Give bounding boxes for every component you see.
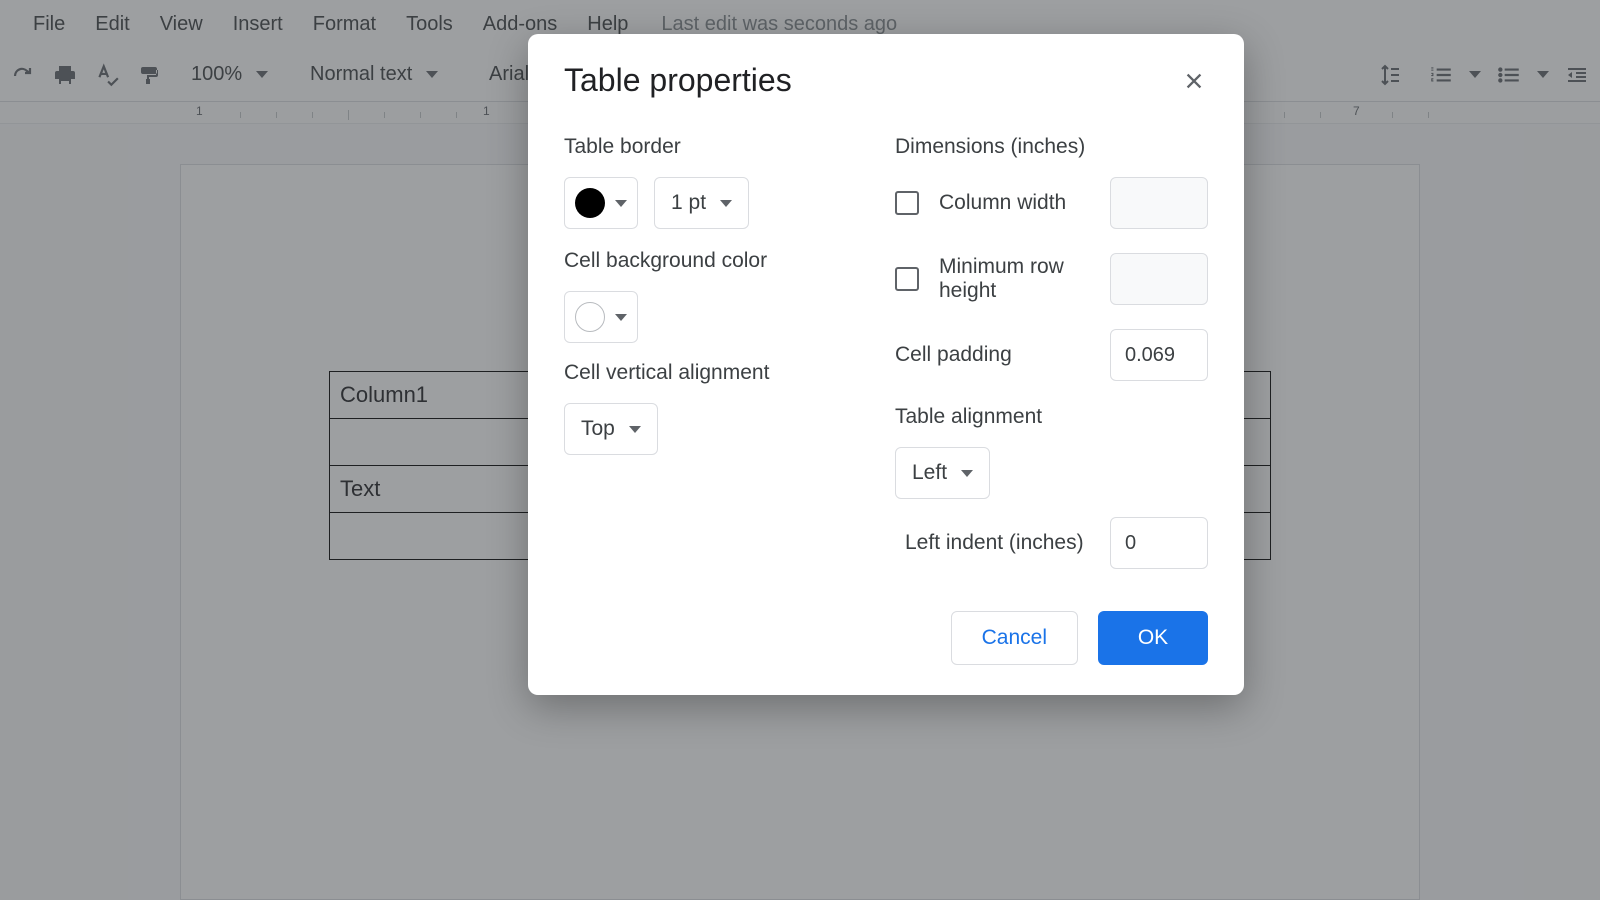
cell-bg-label: Cell background color (564, 249, 877, 273)
border-width-value: 1 pt (671, 191, 706, 215)
dialog-left-column: Table border 1 pt Cell background color (564, 135, 877, 569)
chevron-down-icon (961, 470, 973, 477)
cell-bg-dropdown[interactable] (564, 291, 638, 343)
cell-padding-input[interactable] (1110, 329, 1208, 381)
dialog-title: Table properties (564, 62, 792, 99)
left-indent-label: Left indent (inches) (895, 531, 1084, 555)
border-color-dropdown[interactable] (564, 177, 638, 229)
column-width-text: Column width (939, 191, 1066, 215)
cell-padding-label: Cell padding (895, 343, 1012, 367)
chevron-down-icon (615, 314, 627, 321)
table-border-label: Table border (564, 135, 877, 159)
chevron-down-icon (629, 426, 641, 433)
color-swatch-icon (575, 188, 605, 218)
dialog-right-column: Dimensions (inches) Column width Minimum… (895, 135, 1208, 569)
close-icon (1183, 70, 1205, 92)
table-alignment-label: Table alignment (895, 405, 1208, 429)
column-width-input[interactable] (1110, 177, 1208, 229)
left-indent-input[interactable] (1110, 517, 1208, 569)
valign-label: Cell vertical alignment (564, 361, 877, 385)
table-alignment-value: Left (912, 461, 947, 485)
table-properties-dialog: Table properties Table border 1 pt Cell … (528, 34, 1244, 695)
color-swatch-icon (575, 302, 605, 332)
ok-button[interactable]: OK (1098, 611, 1208, 665)
row-height-checkbox-label[interactable]: Minimum row height (895, 255, 1110, 303)
border-width-dropdown[interactable]: 1 pt (654, 177, 749, 229)
cancel-button[interactable]: Cancel (951, 611, 1078, 665)
table-alignment-dropdown[interactable]: Left (895, 447, 990, 499)
close-button[interactable] (1180, 67, 1208, 95)
column-width-checkbox-label[interactable]: Column width (895, 191, 1066, 215)
valign-dropdown[interactable]: Top (564, 403, 658, 455)
chevron-down-icon (615, 200, 627, 207)
row-height-input[interactable] (1110, 253, 1208, 305)
checkbox-icon (895, 191, 919, 215)
dimensions-label: Dimensions (inches) (895, 135, 1208, 159)
row-height-text: Minimum row height (939, 255, 1110, 303)
checkbox-icon (895, 267, 919, 291)
valign-value: Top (581, 417, 615, 441)
chevron-down-icon (720, 200, 732, 207)
